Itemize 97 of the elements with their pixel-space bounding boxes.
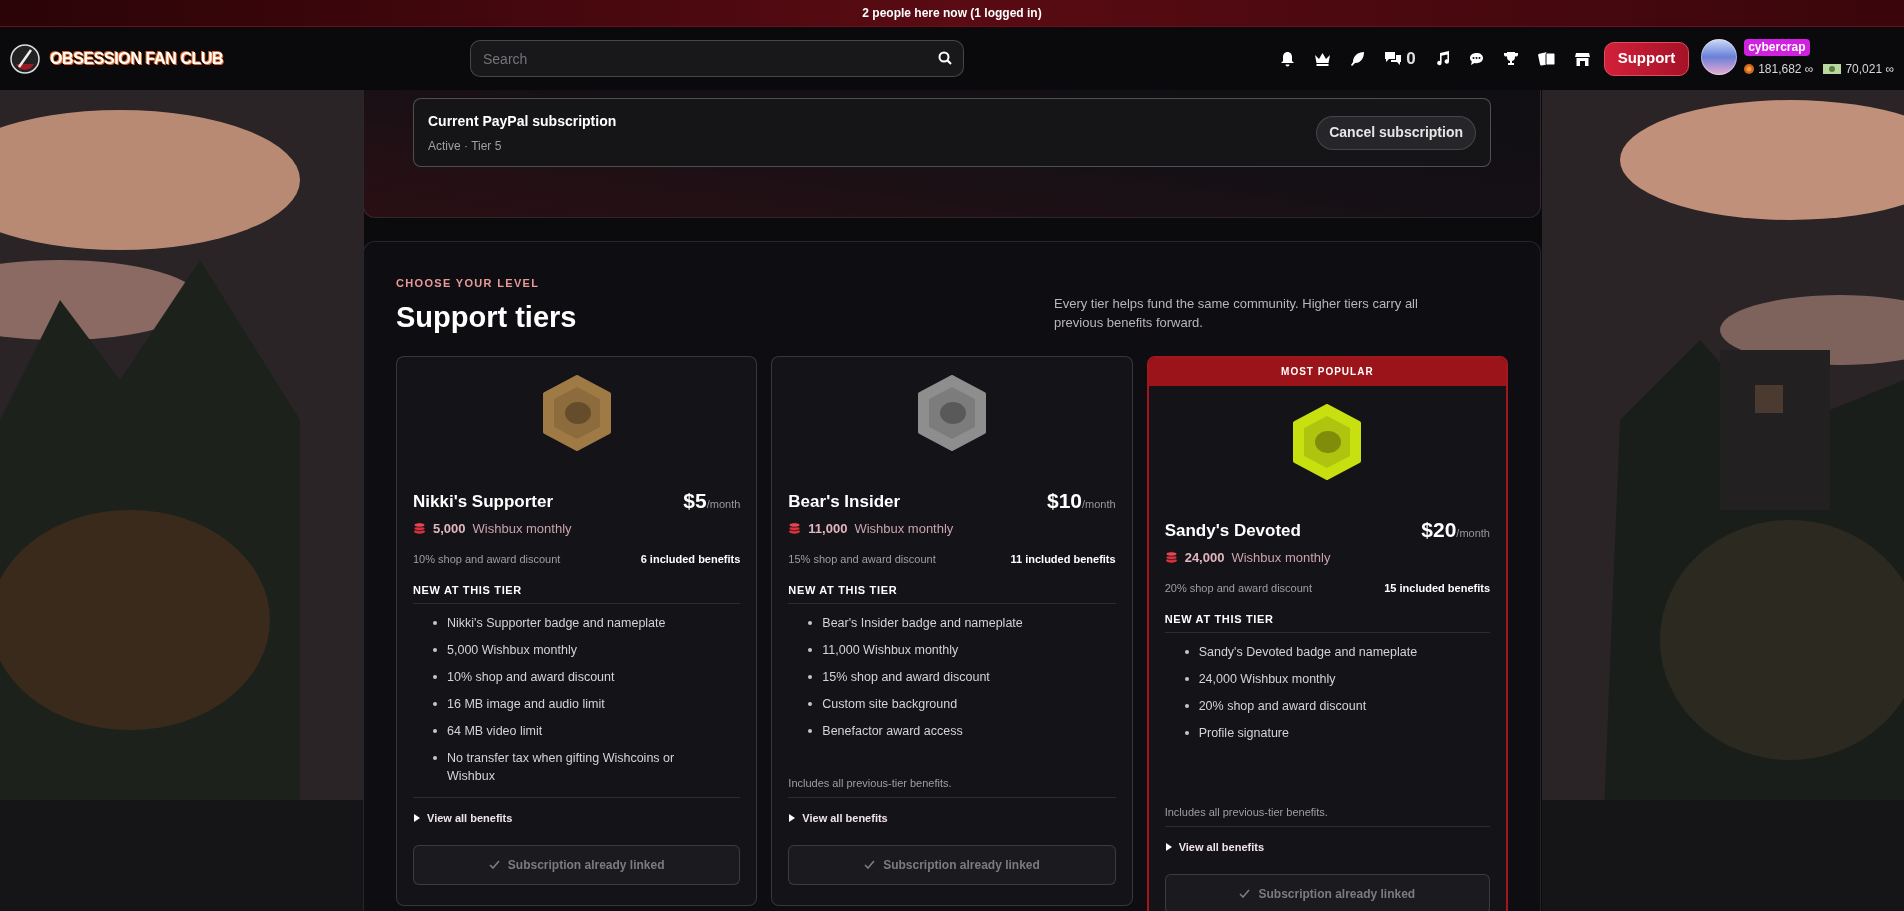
bux-balance: 70,021 ∞ xyxy=(1845,61,1894,78)
bullet-icon xyxy=(1184,731,1189,735)
disclosure-triangle-icon xyxy=(413,814,421,823)
tier-name: Nikki's Supporter xyxy=(413,490,554,513)
benefit-count: 6 included benefits xyxy=(640,552,741,567)
speech-bubble-icon[interactable] xyxy=(1468,51,1484,66)
bullet-icon xyxy=(808,729,813,733)
benefit-item: Custom site background xyxy=(822,696,959,713)
cards-icon[interactable] xyxy=(1537,51,1556,66)
benefit-item: Sandy's Devoted badge and nameplate xyxy=(1198,644,1419,661)
search-icon[interactable] xyxy=(938,51,952,65)
view-all-benefits-toggle[interactable]: View all benefits xyxy=(1164,839,1265,856)
bullet-icon xyxy=(433,621,437,625)
benefit-item: 24,000 Wishbux monthly xyxy=(1198,671,1337,688)
wishbux-label: Wishbux monthly xyxy=(472,519,572,538)
view-all-benefits-toggle[interactable]: View all benefits xyxy=(413,810,513,827)
tier-price: $10 xyxy=(1046,488,1082,513)
disclosure-triangle-icon xyxy=(788,814,797,823)
avatar[interactable] xyxy=(1701,39,1738,75)
benefit-item: 10% shop and award discount xyxy=(447,669,616,686)
bullet-icon xyxy=(433,702,437,706)
benefit-item: 11,000 Wishbux monthly xyxy=(822,642,960,659)
benefit-item: Nikki's Supporter badge and nameplate xyxy=(447,615,667,632)
feather-icon[interactable] xyxy=(1350,51,1366,66)
message-count: 0 xyxy=(1406,47,1416,70)
benefit-item: 64 MB video limit xyxy=(447,723,544,740)
subscription-title: Current PayPal subscription xyxy=(428,111,617,131)
site-logo[interactable]: OBSESSION FAN CLUB xyxy=(50,46,224,71)
new-tier-heading: NEW AT THIS TIER xyxy=(413,581,741,604)
section-title: Support tiers xyxy=(396,299,577,334)
benefit-count: 15 included benefits xyxy=(1384,581,1490,596)
wishbux-amount: 11,000 xyxy=(808,519,848,538)
bullet-icon xyxy=(1184,677,1189,681)
subscription-status: Active · Tier 5 xyxy=(428,137,503,155)
support-button[interactable]: Support xyxy=(1603,41,1690,76)
section-description: Every tier helps fund the same community. Higher tiers carry all previous benefits forward. xyxy=(1054,294,1419,332)
search-field[interactable]: Search xyxy=(470,40,964,77)
bullet-icon xyxy=(1184,704,1189,708)
tier-name: Sandy's Devoted xyxy=(1164,519,1301,542)
wishbux-amount: 5,000 xyxy=(433,519,466,538)
tier-name: Bear's Insider xyxy=(788,490,901,513)
benefit-item: 15% shop and award discount xyxy=(822,669,991,686)
price-period: /month xyxy=(706,497,741,512)
tier-note: Includes all previous-tier benefits. xyxy=(1164,804,1329,820)
bell-icon[interactable] xyxy=(1280,50,1296,67)
tier-note: Includes all previous-tier benefits. xyxy=(788,775,953,791)
bullet-icon xyxy=(808,675,813,679)
logo-icon[interactable] xyxy=(10,43,40,74)
wishbux-label: Wishbux monthly xyxy=(854,519,954,538)
new-tier-heading: NEW AT THIS TIER xyxy=(1164,610,1490,633)
chat-bubbles-icon[interactable] xyxy=(1384,51,1403,66)
cancel-subscription-button[interactable]: Cancel subscription xyxy=(1316,115,1476,150)
benefit-item: Benefactor award access xyxy=(822,723,964,740)
benefit-item: No transfer tax when gifting Wishcoins or Wishbux xyxy=(447,750,676,785)
bullet-icon xyxy=(433,729,437,733)
coin-stack-icon xyxy=(1164,551,1178,564)
tier-price: $20 xyxy=(1421,517,1457,542)
new-tier-heading: NEW AT THIS TIER xyxy=(788,581,1116,604)
presence-banner: 2 people here now (1 logged in) xyxy=(0,0,1904,27)
store-icon[interactable] xyxy=(1574,51,1590,66)
benefit-count: 11 included benefits xyxy=(1010,552,1116,567)
disclosure-triangle-icon xyxy=(1164,843,1173,852)
bullet-icon xyxy=(808,702,813,706)
section-eyebrow: CHOOSE YOUR LEVEL xyxy=(396,276,541,291)
bullet-icon xyxy=(808,621,813,625)
discount-text: 15% shop and award discount xyxy=(788,552,936,567)
coin-balance: 181,682 ∞ xyxy=(1758,61,1814,78)
coin-icon xyxy=(1744,64,1755,74)
price-period: /month xyxy=(1082,497,1116,512)
check-icon xyxy=(1239,889,1251,898)
banknote-icon xyxy=(1823,64,1842,74)
trophy-icon[interactable] xyxy=(1502,51,1519,66)
benefit-item: 5,000 Wishbux monthly xyxy=(447,642,578,659)
benefit-item: Bear's Insider badge and nameplate xyxy=(822,615,1024,632)
check-icon xyxy=(488,860,500,869)
crown-icon[interactable] xyxy=(1314,51,1332,66)
bullet-icon xyxy=(433,756,437,760)
music-note-icon[interactable] xyxy=(1434,51,1450,66)
benefit-item: 20% shop and award discount xyxy=(1198,698,1368,715)
wishbux-label: Wishbux monthly xyxy=(1231,548,1331,567)
username-badge[interactable]: cybercrap xyxy=(1744,39,1810,56)
price-period: /month xyxy=(1456,526,1490,541)
view-all-benefits-toggle[interactable]: View all benefits xyxy=(788,810,888,827)
tier-price: $5 xyxy=(683,488,707,513)
discount-text: 10% shop and award discount xyxy=(413,552,561,567)
wishbux-amount: 24,000 xyxy=(1184,548,1225,567)
popular-banner: MOST POPULAR xyxy=(1148,357,1506,386)
discount-text: 20% shop and award discount xyxy=(1164,581,1313,596)
bullet-icon xyxy=(433,648,437,652)
bullet-icon xyxy=(433,675,437,679)
benefit-item: 16 MB image and audio limit xyxy=(447,696,606,713)
coin-stack-icon xyxy=(788,522,802,535)
check-icon xyxy=(864,860,876,869)
benefit-item: Profile signature xyxy=(1198,725,1290,742)
coin-stack-icon xyxy=(413,522,426,535)
bullet-icon xyxy=(1184,650,1189,654)
bullet-icon xyxy=(808,648,813,652)
